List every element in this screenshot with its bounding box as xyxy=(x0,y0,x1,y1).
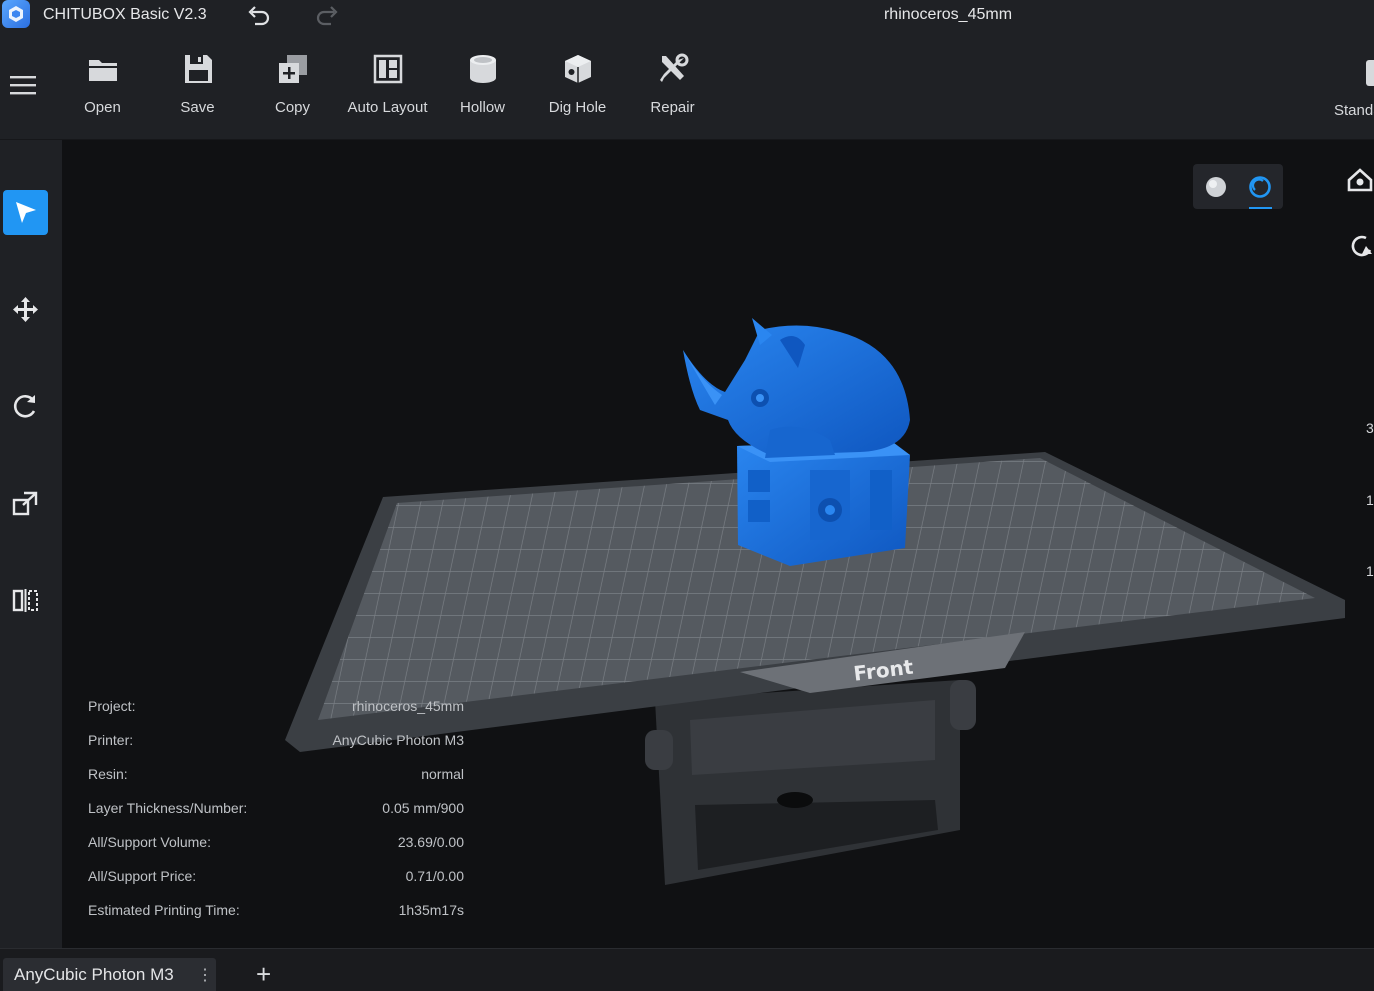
info-label: All/Support Volume: xyxy=(88,834,211,850)
open-button[interactable]: Open xyxy=(55,52,150,122)
xray-sphere-icon[interactable] xyxy=(1245,172,1275,202)
open-label: Open xyxy=(84,99,121,116)
edge-value-3: 1 xyxy=(1366,563,1374,579)
info-label: Resin: xyxy=(88,766,128,782)
cursor-arrow-icon xyxy=(16,202,36,223)
project-info-panel: Project: rhinoceros_45mm Printer: AnyCub… xyxy=(88,698,464,936)
render-mode-toggle xyxy=(1193,164,1283,209)
add-printer-button[interactable]: + xyxy=(256,961,271,987)
info-label: Printer: xyxy=(88,732,134,748)
main-toolbar: Open Save Copy Auto Layout Hollow Dig Ho… xyxy=(0,30,1374,140)
move-arrows-icon xyxy=(13,297,38,322)
info-row-printer: Printer: AnyCubic Photon M3 xyxy=(88,732,464,766)
undo-icon[interactable] xyxy=(246,4,272,26)
copy-button[interactable]: Copy xyxy=(245,52,340,122)
app-title: CHITUBOX Basic V2.3 xyxy=(43,6,207,23)
info-label: Estimated Printing Time: xyxy=(88,902,240,918)
repair-label: Repair xyxy=(650,99,695,116)
printer-tab-bar: AnyCubic Photon M3 ⋮ + xyxy=(0,948,1374,991)
info-row-layer: Layer Thickness/Number: 0.05 mm/900 xyxy=(88,800,464,834)
repair-button[interactable]: Repair xyxy=(625,52,720,122)
scale-tool-button[interactable] xyxy=(3,481,48,526)
copy-icon xyxy=(278,55,307,83)
hamburger-menu-icon[interactable] xyxy=(8,72,38,98)
select-tool-button[interactable] xyxy=(3,190,48,235)
redo-icon[interactable] xyxy=(314,4,340,26)
info-label: Layer Thickness/Number: xyxy=(88,800,248,816)
info-value: normal xyxy=(421,766,464,782)
save-button[interactable]: Save xyxy=(150,52,245,122)
move-tool-button[interactable] xyxy=(3,287,48,332)
printer-stand xyxy=(645,680,976,885)
rotate-tool-button[interactable] xyxy=(3,384,48,429)
hollow-label: Hollow xyxy=(459,99,505,116)
printer-tab-label: AnyCubic Photon M3 xyxy=(14,965,174,984)
info-label: All/Support Price: xyxy=(88,868,197,884)
dig-hole-button[interactable]: Dig Hole xyxy=(530,52,625,122)
info-row-volume: All/Support Volume: 23.69/0.00 xyxy=(88,834,464,868)
render-mode-underline xyxy=(1249,207,1272,209)
hollow-button[interactable]: Hollow xyxy=(435,52,530,122)
info-row-price: All/Support Price: 0.71/0.00 xyxy=(88,868,464,902)
document-title: rhinoceros_45mm xyxy=(883,6,1013,23)
info-value: 23.69/0.00 xyxy=(397,834,464,850)
info-value: rhinoceros_45mm xyxy=(351,698,464,714)
solid-sphere-icon[interactable] xyxy=(1201,172,1231,202)
rotate-icon xyxy=(13,395,36,418)
standard-label[interactable]: Standa xyxy=(1334,102,1374,119)
hollow-cylinder-icon xyxy=(469,55,496,83)
more-options-icon[interactable]: ⋮ xyxy=(197,965,213,985)
edge-value-1: 3 xyxy=(1366,420,1374,436)
info-label: Project: xyxy=(88,698,136,714)
auto-layout-icon xyxy=(373,54,402,84)
floppy-disk-icon xyxy=(184,55,212,83)
info-row-project: Project: rhinoceros_45mm xyxy=(88,698,464,732)
save-label: Save xyxy=(180,99,215,116)
left-toolbar xyxy=(0,140,62,948)
mirror-icon xyxy=(12,589,38,612)
dig-hole-label: Dig Hole xyxy=(548,99,607,116)
info-value: 1h35m17s xyxy=(398,902,464,918)
standard-mode-icon[interactable] xyxy=(1364,58,1374,88)
copy-label: Copy xyxy=(274,99,311,116)
home-view-icon[interactable] xyxy=(1346,166,1374,194)
dig-hole-cube-icon xyxy=(564,55,591,83)
info-value: AnyCubic Photon M3 xyxy=(332,732,464,748)
mirror-tool-button[interactable] xyxy=(3,578,48,623)
folder-icon xyxy=(88,60,117,81)
app-logo-icon xyxy=(2,0,30,28)
auto-layout-label: Auto Layout xyxy=(347,99,428,116)
printer-tab[interactable]: AnyCubic Photon M3 ⋮ xyxy=(3,958,216,991)
scale-icon xyxy=(12,491,38,516)
title-bar: CHITUBOX Basic V2.3 rhinoceros_45mm xyxy=(0,0,1374,30)
edge-value-2: 1 xyxy=(1366,492,1374,508)
reset-rotation-icon[interactable] xyxy=(1346,232,1374,260)
info-row-time: Estimated Printing Time: 1h35m17s xyxy=(88,902,464,936)
auto-layout-button[interactable]: Auto Layout xyxy=(340,52,435,122)
info-value: 0.71/0.00 xyxy=(405,868,464,884)
info-row-resin: Resin: normal xyxy=(88,766,464,800)
info-value: 0.05 mm/900 xyxy=(382,800,464,816)
repair-tools-icon xyxy=(659,53,688,82)
